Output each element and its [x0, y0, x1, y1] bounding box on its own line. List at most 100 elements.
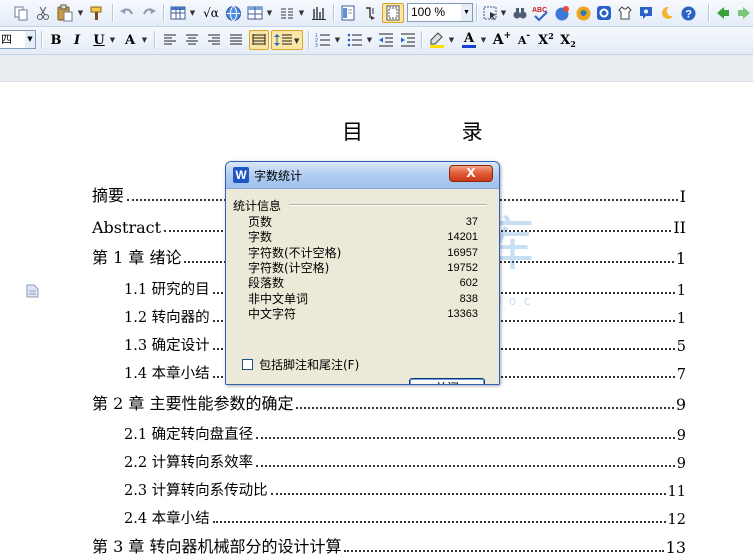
- toc-entry[interactable]: 2.1 确定转向盘直径 9: [124, 422, 686, 444]
- toc-entry-page: II: [673, 218, 686, 237]
- align-center-icon[interactable]: [182, 30, 202, 50]
- toc-entry-label: 摘要: [92, 186, 125, 205]
- columns-dropdown-arrow[interactable]: ▼: [297, 3, 306, 23]
- toc-leader-dots: [344, 550, 664, 552]
- undo-icon[interactable]: [117, 3, 137, 23]
- char-border-label: A: [124, 32, 136, 48]
- document-map-icon[interactable]: [338, 3, 358, 23]
- share-icon[interactable]: [552, 3, 572, 23]
- toc-entry[interactable]: 2.4 本章小结 12: [124, 506, 686, 528]
- stat-label: 非中文单词: [248, 291, 309, 306]
- paragraph-mark-icon[interactable]: [360, 3, 380, 23]
- toc-entry-page: 9: [675, 395, 686, 414]
- zoom-select[interactable]: 100 % ▼: [407, 3, 473, 22]
- table-dropdown-arrow[interactable]: ▼: [188, 3, 197, 23]
- justify-icon[interactable]: [226, 30, 246, 50]
- include-footnotes-checkbox[interactable]: [242, 358, 253, 370]
- zoom-dropdown-arrow[interactable]: ▼: [461, 4, 472, 21]
- select-icon[interactable]: [480, 3, 500, 23]
- help-icon[interactable]: ?: [678, 3, 698, 23]
- page-frame-icon[interactable]: [382, 3, 404, 23]
- select-dropdown-arrow[interactable]: ▼: [499, 3, 508, 23]
- table-icon[interactable]: [168, 3, 188, 23]
- redo-icon[interactable]: [139, 3, 159, 23]
- bullet-list-dropdown-arrow[interactable]: ▼: [365, 30, 374, 50]
- cut-icon[interactable]: [33, 3, 53, 23]
- svg-text:?: ?: [685, 8, 692, 20]
- align-left-icon[interactable]: [160, 30, 180, 50]
- close-button[interactable]: X: [449, 165, 493, 182]
- forward-icon[interactable]: [735, 3, 753, 23]
- stat-value: 19752: [447, 261, 478, 274]
- subscript-button[interactable]: X2: [558, 30, 578, 50]
- toc-entry[interactable]: 2.2 计算转向系效率 9: [124, 450, 686, 472]
- underline-dropdown-arrow[interactable]: ▼: [108, 30, 117, 50]
- bold-button[interactable]: B: [47, 30, 65, 50]
- format-painter-icon[interactable]: [87, 3, 107, 23]
- web-globe-icon[interactable]: [223, 3, 243, 23]
- highlight-dropdown-arrow[interactable]: ▼: [447, 30, 456, 50]
- formula-icon[interactable]: √α: [200, 3, 222, 23]
- toc-entry[interactable]: 2.3 计算转向系传动比 11: [124, 478, 686, 500]
- wps-writer-icon: W: [233, 167, 249, 183]
- spellcheck-icon[interactable]: ABC: [531, 3, 551, 23]
- group-label: 统计信息: [233, 199, 282, 213]
- copy-icon[interactable]: [11, 3, 31, 23]
- font-color-icon[interactable]: A: [459, 30, 479, 50]
- char-border-dropdown-arrow[interactable]: ▼: [140, 30, 149, 50]
- toc-entry-page: 7: [676, 367, 686, 383]
- font-size-dropdown-arrow[interactable]: ▼: [25, 31, 35, 48]
- italic-button[interactable]: I: [68, 30, 86, 50]
- grid-dropdown-arrow[interactable]: ▼: [265, 3, 274, 23]
- toc-entry[interactable]: 第 3 章 转向器机械部分的设计计算 13: [92, 535, 686, 557]
- pdf-icon[interactable]: [594, 3, 614, 23]
- toc-leader-dots: [256, 465, 675, 467]
- grow-font-label: A: [492, 32, 504, 48]
- superscript-button[interactable]: X2: [536, 30, 556, 50]
- superscript-label: X: [538, 32, 549, 48]
- bold-label: B: [50, 32, 62, 48]
- back-icon[interactable]: [714, 3, 732, 23]
- shrink-font-button[interactable]: A-: [514, 30, 534, 50]
- find-icon[interactable]: [510, 3, 530, 23]
- stat-row: 页数 37: [248, 215, 478, 229]
- toc-entry[interactable]: 第 2 章 主要性能参数的确定 9: [92, 392, 686, 414]
- document-marker-icon[interactable]: [26, 284, 39, 301]
- close-dialog-button[interactable]: 关闭: [409, 378, 485, 384]
- include-footnotes-checkbox-row[interactable]: 包括脚注和尾注(F): [242, 357, 359, 372]
- toc-entry-page: 11: [667, 484, 686, 500]
- align-right-icon[interactable]: [204, 30, 224, 50]
- decrease-indent-icon[interactable]: [376, 30, 396, 50]
- highlight-icon[interactable]: [427, 30, 447, 50]
- superscript-mark: 2: [548, 31, 554, 41]
- numbered-list-icon[interactable]: 123: [313, 30, 333, 50]
- font-size-select[interactable]: 四 ▼: [0, 30, 36, 49]
- line-spacing-icon[interactable]: ▼: [271, 30, 303, 50]
- columns-icon[interactable]: [277, 3, 297, 23]
- shirt-skin-icon[interactable]: [615, 3, 635, 23]
- night-mode-icon[interactable]: [657, 3, 677, 23]
- paste-dropdown-arrow[interactable]: ▼: [76, 3, 85, 23]
- dialog-titlebar[interactable]: W 字数统计 X: [226, 162, 499, 189]
- underline-button[interactable]: U: [90, 30, 108, 50]
- toc-entry-label: 第 3 章 转向器机械部分的设计计算: [92, 537, 342, 556]
- feedback-icon[interactable]: [636, 3, 656, 23]
- stat-value: 602: [459, 277, 478, 290]
- char-border-button[interactable]: A: [120, 30, 140, 50]
- standard-toolbar: ▼ ▼ √α ▼ ▼ 100 % ▼ ▼ ABC ?: [0, 0, 753, 27]
- stat-label: 字符数(计空格): [248, 260, 330, 275]
- increase-indent-icon[interactable]: [398, 30, 418, 50]
- grow-font-button[interactable]: A +: [492, 30, 512, 50]
- distributed-align-icon[interactable]: [249, 30, 269, 50]
- chart-icon[interactable]: [309, 3, 329, 23]
- grid-icon[interactable]: [245, 3, 265, 23]
- toc-entry-label: 1.1 研究的目: [124, 282, 210, 298]
- numbered-list-dropdown-arrow[interactable]: ▼: [333, 30, 342, 50]
- bullet-list-icon[interactable]: [345, 30, 365, 50]
- paste-icon[interactable]: [55, 3, 75, 23]
- toc-entry-page: 9: [676, 456, 686, 472]
- toc-leader-dots: [212, 521, 666, 523]
- underline-label: U: [93, 32, 105, 48]
- font-color-dropdown-arrow[interactable]: ▼: [479, 30, 488, 50]
- wps-logo-icon[interactable]: [573, 3, 593, 23]
